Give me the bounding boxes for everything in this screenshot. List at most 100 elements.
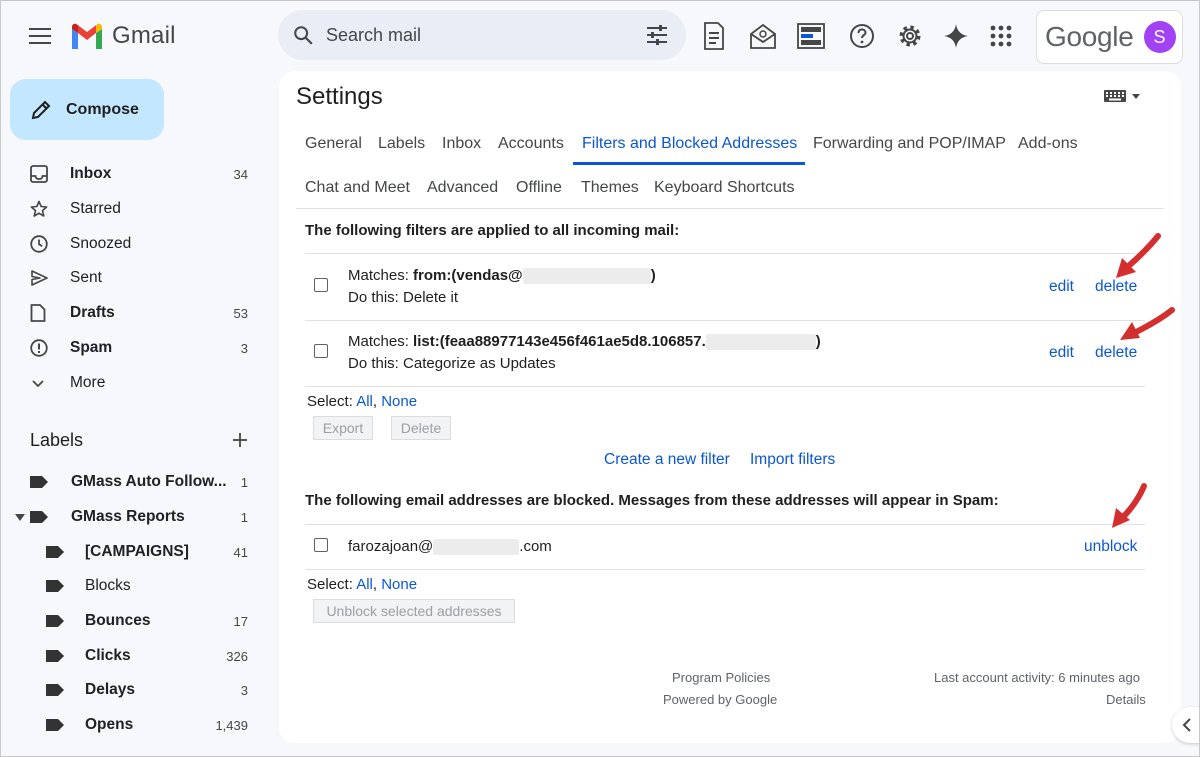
apps-button[interactable] — [983, 18, 1019, 54]
apps-icon — [990, 25, 1012, 47]
blocked-address: farozajoan@ .com — [348, 538, 552, 556]
create-label-button[interactable] — [230, 430, 250, 450]
filter-action: Do this: Delete it — [348, 289, 459, 306]
search-input[interactable]: Search mail — [326, 25, 646, 46]
label-name: Delays — [85, 681, 135, 698]
compose-label: Compose — [66, 100, 139, 118]
tab-general[interactable]: General — [305, 135, 362, 153]
divider — [305, 253, 1145, 254]
tab-inbox[interactable]: Inbox — [442, 135, 481, 153]
matches-label: Matches: — [348, 267, 414, 284]
labels-heading: Labels — [30, 430, 84, 450]
nav-starred[interactable]: Starred — [0, 193, 270, 225]
label-delays[interactable]: Delays 3 — [0, 674, 270, 706]
tab-chat-and-meet[interactable]: Chat and Meet — [305, 179, 410, 197]
nav-more[interactable]: More — [0, 367, 270, 399]
address-start: farozajoan@ — [348, 538, 434, 555]
tab-forwarding-pop-imap[interactable]: Forwarding and POP/IMAP — [813, 135, 1006, 153]
divider — [305, 386, 1145, 387]
search-icon[interactable] — [292, 24, 314, 46]
label-blocks[interactable]: Blocks — [0, 570, 270, 602]
expand-caret-icon[interactable] — [15, 514, 25, 521]
nav-label: Starred — [70, 200, 121, 217]
nav-inbox[interactable]: Inbox 34 — [0, 158, 270, 190]
star-icon — [30, 200, 48, 217]
create-filter-link[interactable]: Create a new filter — [604, 451, 730, 469]
details-link[interactable]: Details — [1106, 692, 1146, 707]
main-menu-icon — [29, 28, 51, 44]
divider — [305, 524, 1145, 525]
unblock-selected-button[interactable]: Unblock selected addresses — [313, 599, 515, 623]
gemini-button[interactable] — [938, 18, 974, 54]
label-name: GMass Auto Follow... — [71, 473, 227, 490]
help-button[interactable] — [844, 18, 880, 54]
nav-sent[interactable]: Sent — [0, 262, 270, 294]
settings-button[interactable] — [892, 18, 928, 54]
keyboard-icon — [1104, 90, 1126, 102]
layout-button[interactable] — [793, 18, 829, 54]
tab-advanced[interactable]: Advanced — [427, 179, 498, 197]
show-side-panel-button[interactable] — [1172, 707, 1200, 743]
account-switcher[interactable]: Google S — [1036, 10, 1183, 64]
matches-value: from:(vendas@ — [413, 267, 523, 284]
search-bar[interactable]: Search mail — [278, 10, 686, 60]
matches-label: Matches: — [348, 333, 414, 350]
filter-delete-link[interactable]: delete — [1095, 344, 1137, 362]
nav-count: 3 — [240, 340, 248, 356]
tab-accounts[interactable]: Accounts — [498, 135, 564, 153]
import-filters-link[interactable]: Import filters — [750, 451, 835, 469]
label-count: 1,439 — [215, 717, 248, 733]
filter-checkbox[interactable] — [314, 278, 328, 292]
filter-checkbox[interactable] — [314, 344, 328, 358]
label-gmass-reports[interactable]: GMass Reports 1 — [0, 501, 270, 533]
label-count: 41 — [233, 544, 248, 560]
settings-icon — [899, 25, 921, 47]
avatar[interactable]: S — [1143, 21, 1176, 53]
nav-label: Inbox — [70, 165, 112, 182]
delete-button[interactable]: Delete — [391, 416, 451, 440]
tab-filters-and-blocked-addresses[interactable]: Filters and Blocked Addresses — [582, 135, 797, 153]
doc-button[interactable] — [696, 18, 732, 54]
compose-button[interactable]: Compose — [10, 79, 164, 140]
nav-snoozed[interactable]: Snoozed — [0, 228, 270, 260]
tab-themes[interactable]: Themes — [581, 179, 639, 197]
main-menu-button[interactable] — [22, 21, 58, 51]
blocked-checkbox[interactable] — [314, 538, 328, 552]
redacted-block — [522, 268, 651, 285]
tab-offline[interactable]: Offline — [516, 179, 562, 197]
label-opens[interactable]: Opens 1,439 — [0, 709, 270, 741]
label-clicks[interactable]: Clicks 326 — [0, 640, 270, 672]
select-label: Select: — [307, 393, 357, 410]
select-all-link[interactable]: All — [356, 393, 373, 410]
search-options-icon[interactable] — [646, 25, 668, 45]
matches-end: ) — [650, 267, 656, 284]
nav-drafts[interactable]: Drafts 53 — [0, 297, 270, 329]
tab-keyboard-shortcuts[interactable]: Keyboard Shortcuts — [654, 179, 795, 197]
export-button[interactable]: Export — [313, 416, 373, 440]
select-none-link[interactable]: None — [381, 576, 417, 593]
draft-icon — [30, 304, 46, 322]
tab-add-ons[interactable]: Add-ons — [1018, 135, 1078, 153]
program-policies-link[interactable]: Program Policies — [672, 670, 770, 685]
label-bounces[interactable]: Bounces 17 — [0, 605, 270, 637]
label-campaigns[interactable]: [CAMPAIGNS] 41 — [0, 536, 270, 568]
nav-count: 53 — [233, 305, 248, 321]
select-all-link[interactable]: All — [356, 576, 373, 593]
unblock-link[interactable]: unblock — [1084, 538, 1137, 556]
last-activity: Last account activity: 6 minutes ago — [934, 670, 1140, 685]
filter-edit-link[interactable]: edit — [1049, 278, 1074, 296]
tab-labels[interactable]: Labels — [378, 135, 425, 153]
help-icon — [850, 24, 874, 48]
inbox-icon — [30, 165, 48, 183]
input-tools-toggle[interactable] — [1104, 90, 1140, 102]
gmail-logo[interactable]: Gmail — [70, 22, 176, 50]
gemini-icon — [944, 24, 968, 48]
active-tab-indicator — [573, 162, 805, 165]
select-none-link[interactable]: None — [381, 393, 417, 410]
filter-edit-link[interactable]: edit — [1049, 344, 1074, 362]
nav-spam[interactable]: Spam 3 — [0, 332, 270, 364]
redacted-block — [705, 334, 816, 351]
label-gmass-auto-follow[interactable]: GMass Auto Follow... 1 — [0, 466, 270, 498]
tabs-divider — [296, 208, 1164, 209]
mail-open-button[interactable] — [745, 18, 781, 54]
